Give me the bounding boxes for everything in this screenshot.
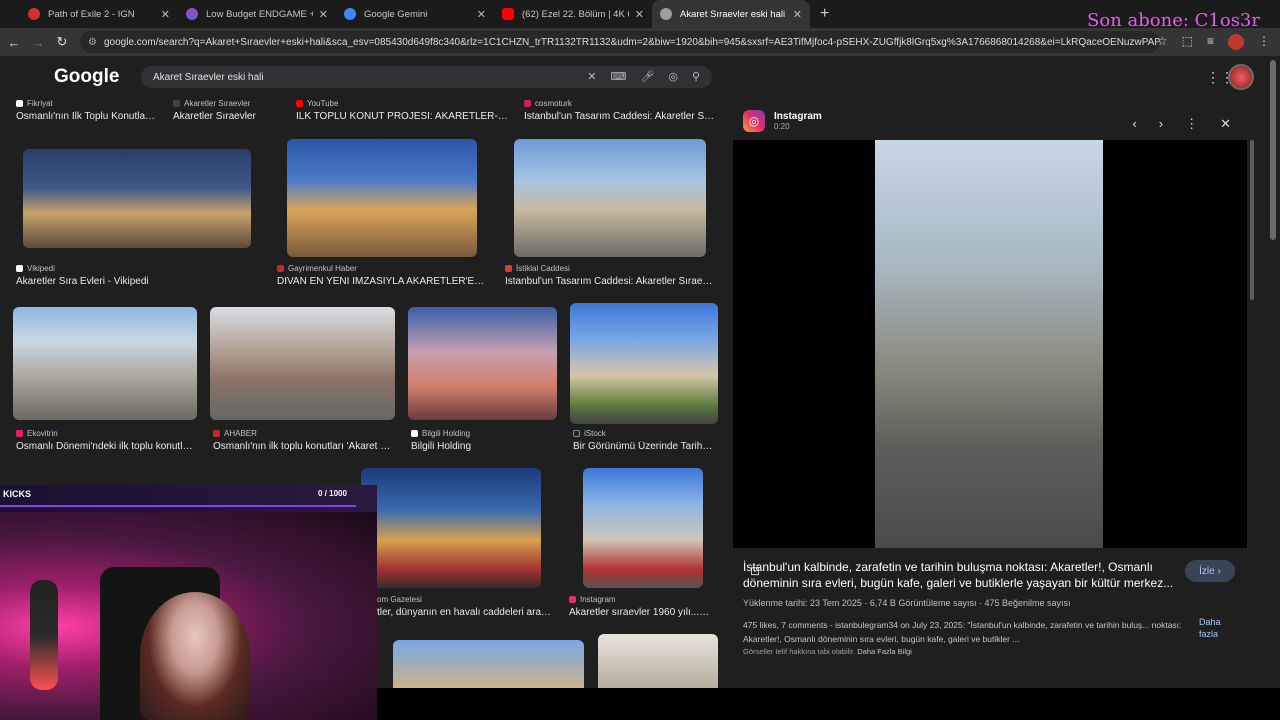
site-icon xyxy=(186,8,198,20)
menu-icon[interactable]: ⋮ xyxy=(1258,34,1270,50)
extensions-icon[interactable]: ⬚ xyxy=(1182,34,1193,50)
search-icon[interactable]: ⚲ xyxy=(692,70,700,83)
kicks-counter: 0 / 1000 xyxy=(318,489,347,498)
preview-image xyxy=(875,140,1103,548)
bottom-strip xyxy=(377,688,1280,720)
media-icon[interactable]: ≡ xyxy=(1207,34,1214,50)
result-caption[interactable]: Akaretler Sıra Evleri - Vikipedi xyxy=(16,276,216,287)
copyright-notice: Görseller telif hakkına tabi olabilir. D… xyxy=(743,647,912,656)
result-source: İstiklal Caddesi xyxy=(505,264,570,273)
more-button[interactable]: Daha fazla xyxy=(1199,616,1239,640)
site-info-icon[interactable]: ⚙ xyxy=(88,37,97,48)
google-icon xyxy=(660,8,672,20)
result-thumbnail[interactable] xyxy=(13,307,197,420)
result-thumbnail[interactable] xyxy=(210,307,395,420)
streamer xyxy=(140,592,250,720)
ign-icon xyxy=(28,8,40,20)
bookmark-star-icon[interactable]: ☆ xyxy=(1157,34,1168,50)
microphone-icon[interactable]: 🎤︎ xyxy=(640,70,654,83)
close-icon[interactable]: ✕ xyxy=(477,8,486,21)
kicks-overlay: KICKS 0 / 1000 xyxy=(0,485,377,512)
watch-button[interactable]: İzle › xyxy=(1185,560,1235,582)
result-thumbnail[interactable] xyxy=(408,307,557,420)
close-icon[interactable]: ✕ xyxy=(319,8,328,21)
webcam-overlay xyxy=(0,512,377,720)
result-source: AHABER xyxy=(213,429,257,438)
result-source: Vikipedi xyxy=(16,264,55,273)
result-caption[interactable]: Osmanlı'nın ilk toplu konutları 'Akaret … xyxy=(213,441,393,452)
video-duration: 0:20 xyxy=(774,122,790,131)
close-icon[interactable]: ✕ xyxy=(1220,116,1231,132)
result-caption[interactable]: Osmanlı Dönemi'ndeki ilk toplu konutlar.… xyxy=(16,441,196,452)
result-thumbnail[interactable] xyxy=(583,468,703,588)
youtube-icon xyxy=(502,8,514,20)
google-header: Google Akaret Sıraevler eski hali ✕ ⌨ 🎤︎… xyxy=(0,56,1280,96)
result-source: YouTube xyxy=(296,99,338,108)
clear-icon[interactable]: ✕ xyxy=(587,70,596,83)
tab-google-search[interactable]: Akaret Sıraevler eski hali - Goo✕ xyxy=(652,0,810,28)
result-caption[interactable]: İLK TOPLU KONUT PROJESİ: AKARETLER-S... xyxy=(296,111,508,122)
keyboard-icon[interactable]: ⌨ xyxy=(610,70,626,83)
result-caption[interactable]: Akaretler sıraevler 1960 yılı...Ak... xyxy=(569,607,715,618)
close-icon[interactable]: ✕ xyxy=(793,8,802,21)
profile-avatar[interactable] xyxy=(1228,34,1244,50)
chevron-right-icon[interactable]: › xyxy=(1159,116,1163,132)
result-caption[interactable]: Bilgili Holding xyxy=(411,441,551,452)
result-caption[interactable]: Akaretler Sıraevler xyxy=(173,111,273,122)
lens-icon[interactable]: ◎ xyxy=(668,70,678,83)
image-preview-panel: ◎ Instagram 0:20 ‹ › ⋮ ✕ ⊡ İstanbul'un k… xyxy=(733,96,1247,676)
result-caption[interactable]: İstanbul'un Tasarım Caddesi: Akaretler S… xyxy=(505,276,713,287)
result-thumbnail[interactable] xyxy=(361,468,541,588)
panel-scrollbar[interactable] xyxy=(1250,140,1254,300)
result-source: om Gazetesi xyxy=(377,595,422,604)
result-source: Instagram xyxy=(569,595,616,604)
result-caption[interactable]: DİVAN EN YENİ İMZASIYLA AKARETLER'E G... xyxy=(277,276,485,287)
preview-description: 475 likes, 7 comments - istanbulegram34 … xyxy=(743,620,1182,644)
result-source: Gayrimenkul Haber xyxy=(277,264,357,273)
gemini-icon xyxy=(344,8,356,20)
more-info-link[interactable]: Daha Fazla Bilgi xyxy=(857,647,912,656)
preview-source[interactable]: Instagram xyxy=(774,111,822,122)
preview-title[interactable]: İstanbul'un kalbinde, zarafetin ve tarih… xyxy=(743,559,1179,591)
close-icon[interactable]: ✕ xyxy=(635,8,644,21)
result-thumbnail[interactable] xyxy=(514,139,706,257)
result-thumbnail[interactable] xyxy=(23,149,251,248)
account-avatar[interactable] xyxy=(1228,64,1254,90)
preview-meta: Yüklenme tarihi: 23 Tem 2025 · 6,74 B Gö… xyxy=(743,598,1071,608)
result-source: cosmoturk xyxy=(524,99,572,108)
result-source: Fikriyat xyxy=(16,99,53,108)
tab-youtube[interactable]: (62) Ezel 22. Bölüm | 4K 60 FPS✕ xyxy=(494,0,652,28)
result-thumbnail[interactable] xyxy=(570,303,718,424)
instagram-icon: ◎ xyxy=(743,110,765,132)
result-source: Bilgili Holding xyxy=(411,429,470,438)
result-caption[interactable]: İstanbul'un Tasarım Caddesi: Akaretler S… xyxy=(524,111,716,122)
result-caption[interactable]: Osmanlı'nın İlk Toplu Konutlar... xyxy=(16,111,156,122)
microphone xyxy=(30,580,58,690)
result-caption[interactable]: tler, dünyanın en havalı caddeleri aras.… xyxy=(377,607,552,618)
reload-button[interactable]: ↻ xyxy=(50,34,74,50)
search-input[interactable]: Akaret Sıraevler eski hali ✕ ⌨ 🎤︎ ◎ ⚲ xyxy=(141,66,712,88)
back-button[interactable]: ← xyxy=(2,35,26,50)
tab-gemini[interactable]: Google Gemini ✕ xyxy=(336,0,494,28)
result-source: Akaretler Sıraevler xyxy=(173,99,250,108)
new-tab-button[interactable]: + xyxy=(820,5,829,23)
result-source: Ekovitrin xyxy=(16,429,58,438)
close-icon[interactable]: ✕ xyxy=(161,8,170,21)
more-options-icon[interactable]: ⋮ xyxy=(1185,116,1198,132)
chevron-left-icon[interactable]: ‹ xyxy=(1132,116,1136,132)
tab-low-budget[interactable]: Low Budget ENDGAME + ACT✕ xyxy=(178,0,336,28)
forward-button[interactable]: → xyxy=(26,35,50,50)
result-caption[interactable]: Bir Görünümü Üzerinde Tarihi ... xyxy=(573,441,713,452)
kicks-label: KICKS xyxy=(3,489,32,499)
result-thumbnail[interactable] xyxy=(287,139,477,257)
address-bar-row: ← → ↻ ⚙ google.com/search?q=Akaret+Sıraev… xyxy=(0,28,1280,56)
result-source: iStock xyxy=(573,429,606,438)
tab-path-of-exile[interactable]: Path of Exile 2 - IGN ✕ xyxy=(20,0,178,28)
google-logo[interactable]: Google xyxy=(54,66,119,88)
page-scrollbar[interactable] xyxy=(1270,60,1276,240)
preview-video[interactable]: ⊡ xyxy=(733,140,1247,578)
kicks-progress-bar xyxy=(0,505,356,507)
url-field[interactable]: ⚙ google.com/search?q=Akaret+Sıraevler+es… xyxy=(80,31,1160,53)
